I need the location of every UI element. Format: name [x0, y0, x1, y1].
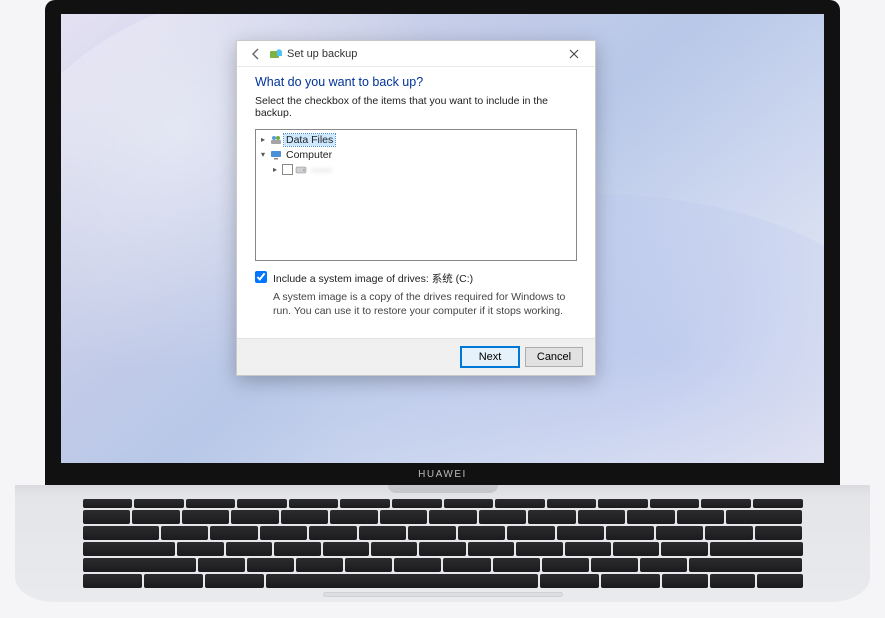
laptop-brand-label: HUAWEI — [418, 469, 467, 480]
backup-items-tree[interactable]: ▸ Data Files ▾ Computer ▸ —— — [255, 129, 577, 261]
system-image-option[interactable]: Include a system image of drives: 系统 (C:… — [255, 271, 577, 286]
keyboard — [83, 499, 803, 588]
computer-icon — [270, 149, 282, 161]
cancel-button[interactable]: Cancel — [525, 347, 583, 367]
instruction-text: Select the checkbox of the items that yo… — [255, 95, 577, 119]
trackpad — [323, 592, 563, 597]
system-image-description: A system image is a copy of the drives r… — [273, 290, 577, 318]
chevron-down-icon[interactable]: ▾ — [258, 150, 268, 159]
close-button[interactable] — [559, 44, 589, 64]
drive-checkbox[interactable] — [282, 164, 293, 175]
titlebar: Set up backup — [237, 41, 595, 67]
dialog-body: What do you want to back up? Select the … — [237, 67, 595, 338]
dialog-title: Set up backup — [287, 48, 357, 60]
laptop-base — [15, 485, 870, 602]
chevron-right-icon[interactable]: ▸ — [258, 135, 268, 144]
tree-label: Computer — [284, 149, 334, 161]
users-icon — [270, 134, 282, 146]
tree-node-computer[interactable]: ▾ Computer — [258, 147, 574, 162]
page-heading: What do you want to back up? — [255, 75, 577, 89]
tree-label-redacted: —— — [309, 164, 334, 176]
tree-node-data-files[interactable]: ▸ Data Files — [258, 132, 574, 147]
tree-label: Data Files — [284, 134, 335, 146]
backup-wizard-dialog: Set up backup What do you want to back u… — [236, 40, 596, 376]
laptop-hinge — [388, 485, 498, 493]
drive-icon — [295, 164, 307, 176]
system-image-label: Include a system image of drives: 系统 (C:… — [273, 271, 473, 286]
chevron-right-icon[interactable]: ▸ — [270, 165, 280, 174]
system-image-checkbox[interactable] — [255, 271, 267, 283]
dialog-footer: Next Cancel — [237, 338, 595, 375]
back-button[interactable] — [247, 45, 265, 63]
tree-node-drive[interactable]: ▸ —— — [258, 162, 574, 177]
next-button[interactable]: Next — [461, 347, 519, 367]
backup-icon — [269, 47, 283, 61]
